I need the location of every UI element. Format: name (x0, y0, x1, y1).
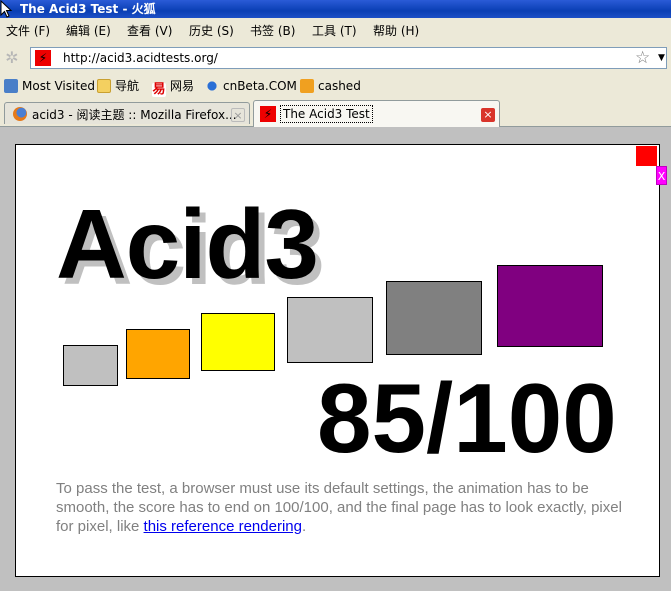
test-bucket-5 (386, 281, 482, 355)
tab-acid3-test[interactable]: ⚡ The Acid3 Test × (253, 100, 500, 127)
url-bar[interactable]: ⚡ http://acid3.acidtests.org/ ☆ ▼ (30, 47, 667, 69)
most-visited-icon (4, 79, 18, 93)
test-bucket-3 (201, 313, 275, 371)
acid3-favicon-icon: ⚡ (35, 50, 51, 66)
url-text: http://acid3.acidtests.org/ (63, 51, 218, 65)
menu-edit[interactable]: 编辑 (E) (66, 20, 111, 42)
menu-bookmarks[interactable]: 书签 (B) (250, 20, 295, 42)
score-display: 85/100 (317, 363, 617, 473)
menu-view[interactable]: 查看 (V) (127, 20, 172, 42)
folder-icon (97, 79, 111, 93)
bookmarks-toolbar: Most Visited 导航 易网易 cnBeta.COM cashed (0, 75, 671, 97)
bookmark-163[interactable]: 易网易 (152, 75, 194, 97)
test-bucket-6 (497, 265, 603, 347)
menu-history[interactable]: 历史 (S) (189, 20, 234, 42)
tab-strip: acid3 - 阅读主题 :: Mozilla Firefox... × ⚡ T… (0, 100, 671, 127)
reload-icon[interactable]: ✲ (4, 50, 20, 66)
menu-tools[interactable]: 工具 (T) (312, 20, 357, 42)
menu-help[interactable]: 帮助 (H) (373, 20, 419, 42)
bookmark-cashed[interactable]: cashed (300, 75, 361, 97)
test-bucket-1 (63, 345, 118, 386)
bookmark-nav[interactable]: 导航 (97, 75, 139, 97)
url-dropdown-icon[interactable]: ▼ (658, 48, 665, 68)
x-marker-box: X (656, 166, 667, 185)
acid3-favicon-icon: ⚡ (260, 106, 276, 122)
bookmark-star-icon[interactable]: ☆ (635, 48, 650, 68)
window-titlebar: The Acid3 Test - 火狐 (0, 0, 671, 18)
tab-close-icon[interactable]: × (481, 108, 495, 122)
page-title: Acid3 (56, 189, 319, 299)
window-title: The Acid3 Test - 火狐 (20, 2, 156, 16)
netease-icon: 易 (152, 82, 166, 97)
tab-close-icon[interactable]: × (231, 108, 245, 122)
mouse-cursor-icon (0, 0, 13, 18)
bookmark-most-visited[interactable]: Most Visited (4, 75, 95, 97)
bookmark-cnbeta[interactable]: cnBeta.COM (205, 75, 297, 97)
status-red-box (636, 146, 657, 166)
test-bucket-4 (287, 297, 373, 363)
reference-rendering-link[interactable]: this reference rendering (144, 518, 302, 535)
firefox-icon (13, 107, 27, 121)
rss-feed-icon (300, 79, 314, 93)
menu-file[interactable]: 文件 (F) (6, 20, 50, 42)
tab-acid3-forum[interactable]: acid3 - 阅读主题 :: Mozilla Firefox... × (4, 102, 250, 124)
test-bucket-2 (126, 329, 190, 379)
cnbeta-icon (205, 79, 219, 93)
description-text: To pass the test, a browser must use its… (56, 480, 622, 535)
menu-bar: 文件 (F) 编辑 (E) 查看 (V) 历史 (S) 书签 (B) 工具 (T… (0, 20, 671, 42)
